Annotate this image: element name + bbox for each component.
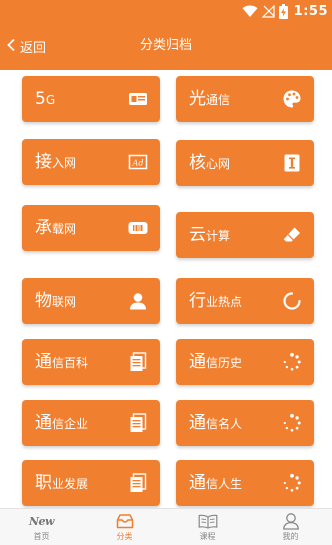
tile-label: 通信人生 — [189, 473, 243, 493]
category-tile-core-network[interactable]: 核心网 — [176, 140, 314, 186]
tile-label: 接入网 — [35, 152, 77, 172]
page-title: 分类归档 — [139, 38, 192, 53]
tile-label: 通信名人 — [189, 413, 243, 433]
battery-charging-icon — [278, 3, 288, 19]
tile-label: 承载网 — [35, 218, 77, 238]
spinner-dots-icon — [282, 352, 302, 372]
tile-label: 通信历史 — [189, 352, 243, 372]
category-tile-access-network[interactable]: 接入网 Ad — [22, 139, 160, 185]
bottom-nav: New 首页 分类 课程 我的 — [0, 508, 332, 545]
category-tile-telecom-celebrities[interactable]: 通信名人 — [176, 400, 314, 446]
id-card-icon — [128, 89, 148, 109]
tile-label: 核心网 — [189, 153, 231, 173]
category-tile-telecom-history[interactable]: 通信历史 — [176, 339, 314, 385]
wifi-icon — [242, 5, 258, 18]
category-tile-cloud-computing[interactable]: 云计算 — [176, 212, 314, 258]
ad-icon: Ad — [128, 152, 148, 172]
nav-label: 分类 — [116, 532, 133, 541]
category-tile-transport-network[interactable]: 承载网 — [22, 205, 160, 251]
category-grid: 5G 光通信 接入网 Ad 核心网 承载网 云计算 物联网 行业热点 通信百科 … — [0, 70, 332, 508]
barcode-icon — [128, 218, 148, 238]
category-tile-5g[interactable]: 5G — [22, 76, 160, 122]
no-signal-icon — [261, 4, 275, 18]
inbox-icon — [116, 512, 134, 530]
new-logo-icon: New — [28, 512, 55, 530]
documents-icon — [128, 352, 148, 372]
text-cursor-icon — [282, 153, 302, 173]
nav-profile[interactable]: 我的 — [249, 509, 332, 545]
nav-category[interactable]: 分类 — [83, 509, 166, 545]
title-bar: 返回 分类归档 — [0, 22, 332, 70]
nav-home[interactable]: New 首页 — [0, 509, 83, 545]
nav-label: 课程 — [199, 532, 216, 541]
spinner-arc-icon — [282, 291, 302, 311]
eraser-icon — [282, 225, 302, 245]
svg-text:Ad: Ad — [132, 159, 144, 168]
tile-label: 行业热点 — [189, 291, 243, 311]
tile-label: 5G — [35, 89, 56, 109]
category-tile-telecom-enterprises[interactable]: 通信企业 — [22, 400, 160, 446]
status-time: 1:55 — [293, 3, 328, 19]
nav-label: 首页 — [33, 532, 50, 541]
tile-label: 通信百科 — [35, 352, 89, 372]
category-tile-telecom-life[interactable]: 通信人生 — [176, 460, 314, 506]
new-logo-text: New — [28, 514, 55, 528]
category-tile-iot[interactable]: 物联网 — [22, 278, 160, 324]
category-tile-career-development[interactable]: 职业发展 — [22, 460, 160, 506]
tile-label: 职业发展 — [35, 473, 89, 493]
category-tile-telecom-encyclopedia[interactable]: 通信百科 — [22, 339, 160, 385]
status-icons: 1:55 — [242, 2, 328, 20]
book-icon — [198, 512, 218, 530]
tile-label: 光通信 — [189, 89, 231, 109]
tile-label: 通信企业 — [35, 413, 89, 433]
tile-label: 物联网 — [35, 291, 77, 311]
documents-icon — [128, 473, 148, 493]
palette-icon — [282, 89, 302, 109]
documents-icon — [128, 413, 148, 433]
category-tile-industry-hotspots[interactable]: 行业热点 — [176, 278, 314, 324]
status-bar: 1:55 — [0, 0, 332, 22]
spinner-dots-icon — [282, 413, 302, 433]
tile-label: 云计算 — [189, 225, 231, 245]
person-icon — [282, 512, 300, 530]
user-icon — [128, 291, 148, 311]
nav-label: 我的 — [282, 532, 299, 541]
spinner-dots-icon — [282, 473, 302, 493]
category-tile-optical[interactable]: 光通信 — [176, 76, 314, 122]
nav-courses[interactable]: 课程 — [166, 509, 249, 545]
